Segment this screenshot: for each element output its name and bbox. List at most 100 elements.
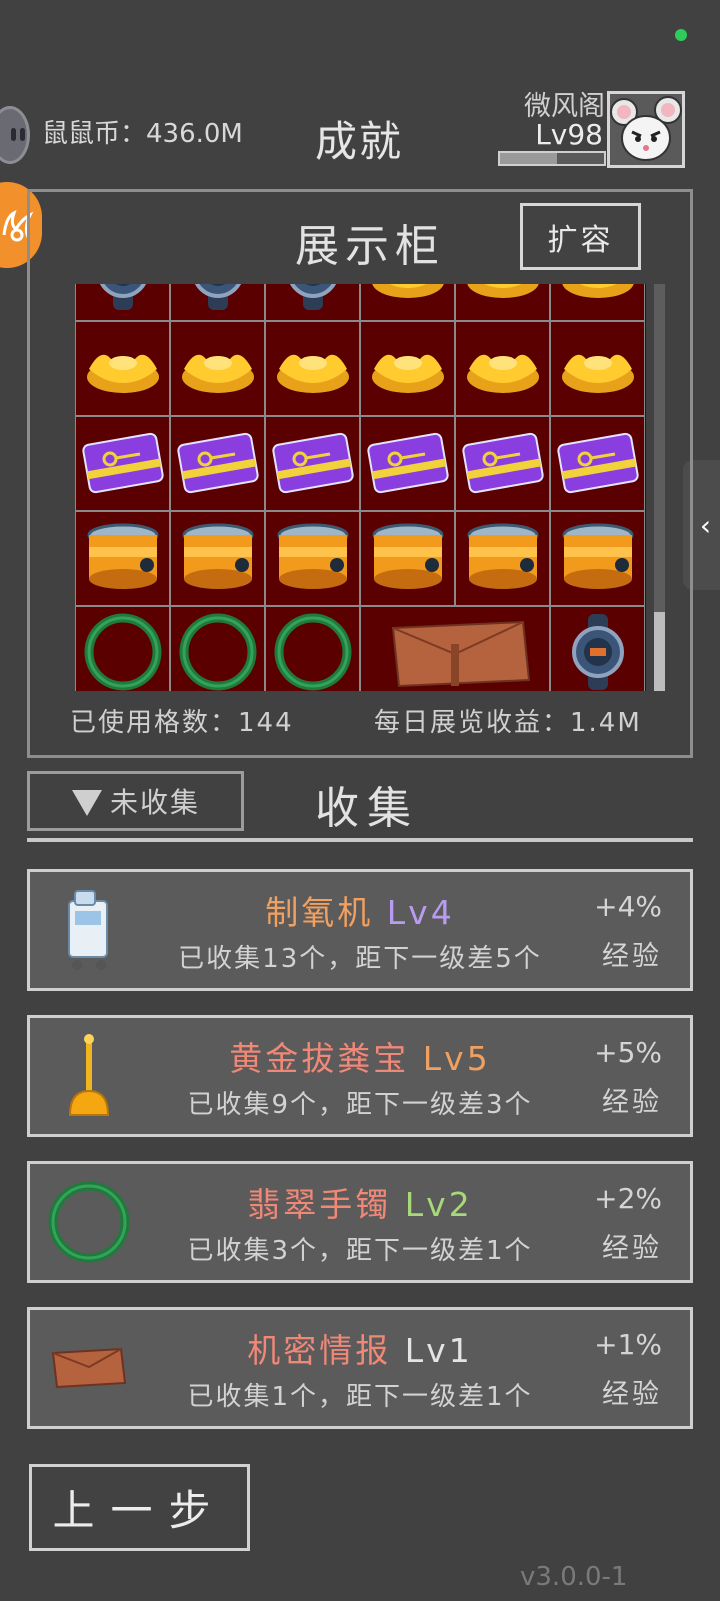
showcase-cell[interactable] <box>265 416 360 511</box>
showcase-cell[interactable] <box>455 284 550 321</box>
golden-plunger-icon <box>44 1030 134 1122</box>
showcase-cell[interactable] <box>550 606 645 691</box>
keycard-icon <box>460 429 546 499</box>
collection-item-name: 翡翠手镯 <box>247 1185 392 1224</box>
showcase-cell[interactable] <box>265 321 360 416</box>
keycard-icon <box>270 429 356 499</box>
showcase-panel: 展示柜 扩容 已使用格数：144 每日展览收益：1.4M <box>27 189 693 758</box>
collection-item-level: Lv5 <box>422 1039 491 1078</box>
showcase-cell[interactable] <box>360 511 455 606</box>
showcase-cell[interactable] <box>265 284 360 321</box>
collection-title: 收集 <box>315 783 419 834</box>
expand-button[interactable]: 扩容 <box>520 203 641 270</box>
jade-bracelet-icon <box>81 610 165 692</box>
showcase-cell[interactable] <box>455 416 550 511</box>
collection-item-level: Lv1 <box>404 1331 473 1370</box>
collection-bonus: +4% <box>594 890 662 923</box>
showcase-cell[interactable] <box>360 606 550 691</box>
oxygen-machine-icon <box>44 884 134 976</box>
keycard-icon <box>555 429 641 499</box>
showcase-cell[interactable] <box>550 511 645 606</box>
showcase-cell[interactable] <box>75 284 170 321</box>
collection-item-name: 黄金拔粪宝 <box>229 1039 410 1078</box>
golden-drum-icon <box>463 519 543 599</box>
avatar[interactable] <box>607 91 685 168</box>
collection-item-level: Lv4 <box>386 893 455 932</box>
xp-progress-fill <box>500 153 558 164</box>
collection-card[interactable]: 制氧机 Lv4 已收集13个，距下一级差5个 +4% 经验 <box>27 869 693 991</box>
collection-progress: 已收集9个，距下一级差3个 <box>187 1090 533 1120</box>
back-button[interactable]: 上一步 <box>29 1464 250 1551</box>
gold-ingot-icon <box>461 284 545 306</box>
collection-progress: 已收集13个，距下一级差5个 <box>178 944 542 974</box>
showcase-cell[interactable] <box>455 511 550 606</box>
golden-drum-icon <box>273 519 353 599</box>
collection-card[interactable]: 机密情报 Lv1 已收集1个，距下一级差1个 +1% 经验 <box>27 1307 693 1429</box>
showcase-cell[interactable] <box>170 511 265 606</box>
chevron-left-icon: ‹ <box>699 508 712 542</box>
collection-bonus-label: 经验 <box>602 1087 662 1118</box>
collection-name-line: 制氧机 Lv4 <box>140 886 580 934</box>
collection-bonus: +1% <box>594 1328 662 1361</box>
showcase-scrollbar[interactable] <box>654 284 665 691</box>
showcase-cell[interactable] <box>75 321 170 416</box>
showcase-cell[interactable] <box>265 511 360 606</box>
jade-bracelet-icon <box>44 1176 134 1268</box>
collection-progress: 已收集1个，距下一级差1个 <box>187 1382 533 1412</box>
showcase-grid[interactable] <box>75 284 646 691</box>
collection-bonus-label: 经验 <box>602 1233 662 1264</box>
gold-ingot-icon <box>81 337 165 401</box>
leather-folder-icon <box>375 614 535 692</box>
collection-filter-dropdown[interactable]: 未收集 <box>27 771 244 831</box>
scroll-thumb[interactable] <box>654 612 665 691</box>
showcase-cell[interactable] <box>75 511 170 606</box>
collection-bonus: +5% <box>594 1036 662 1069</box>
showcase-cell[interactable] <box>265 606 360 691</box>
watch-icon <box>178 284 258 316</box>
golden-drum-icon <box>558 519 638 599</box>
triangle-down-icon <box>72 790 102 816</box>
collection-item-name: 制氧机 <box>265 893 374 932</box>
golden-drum-icon <box>178 519 258 599</box>
keycard-icon <box>365 429 451 499</box>
golden-drum-icon <box>83 519 163 599</box>
showcase-cell[interactable] <box>360 321 455 416</box>
collection-name-line: 机密情报 Lv1 <box>140 1324 580 1372</box>
showcase-cell[interactable] <box>170 284 265 321</box>
gold-ingot-icon <box>176 337 260 401</box>
showcase-cell[interactable] <box>360 284 455 321</box>
gold-ingot-icon <box>366 284 450 306</box>
showcase-cell[interactable] <box>75 606 170 691</box>
divider <box>27 838 693 842</box>
showcase-cell[interactable] <box>360 416 455 511</box>
gold-ingot-icon <box>271 337 355 401</box>
gold-ingot-icon <box>556 284 640 306</box>
showcase-cell[interactable] <box>550 321 645 416</box>
collection-item-level: Lv2 <box>404 1185 473 1224</box>
collection-card[interactable]: 翡翠手镯 Lv2 已收集3个，距下一级差1个 +2% 经验 <box>27 1161 693 1283</box>
filter-label: 未收集 <box>110 786 201 819</box>
coin-icon <box>0 106 30 164</box>
gold-ingot-icon <box>366 337 450 401</box>
collection-bonus: +2% <box>594 1182 662 1215</box>
collection-card[interactable]: 黄金拔粪宝 Lv5 已收集9个，距下一级差3个 +5% 经验 <box>27 1015 693 1137</box>
used-cells-count: 已使用格数：144 <box>70 708 294 738</box>
showcase-cell[interactable] <box>550 284 645 321</box>
watch-icon <box>558 612 638 692</box>
coin-balance: 鼠鼠币：436.0M <box>42 119 243 149</box>
showcase-cell[interactable] <box>75 416 170 511</box>
showcase-cell[interactable] <box>170 416 265 511</box>
player-level: Lv98 <box>535 118 603 151</box>
showcase-cell[interactable] <box>170 606 265 691</box>
xp-progress-bar <box>498 151 606 166</box>
mouse-avatar-icon <box>610 96 682 161</box>
gold-ingot-icon <box>461 337 545 401</box>
showcase-cell[interactable] <box>455 321 550 416</box>
watch-icon <box>273 284 353 316</box>
daily-income: 每日展览收益：1.4M <box>374 708 642 738</box>
showcase-title: 展示柜 <box>295 221 445 272</box>
jade-bracelet-icon <box>176 610 260 692</box>
showcase-cell[interactable] <box>170 321 265 416</box>
keycard-icon <box>175 429 261 499</box>
showcase-cell[interactable] <box>550 416 645 511</box>
